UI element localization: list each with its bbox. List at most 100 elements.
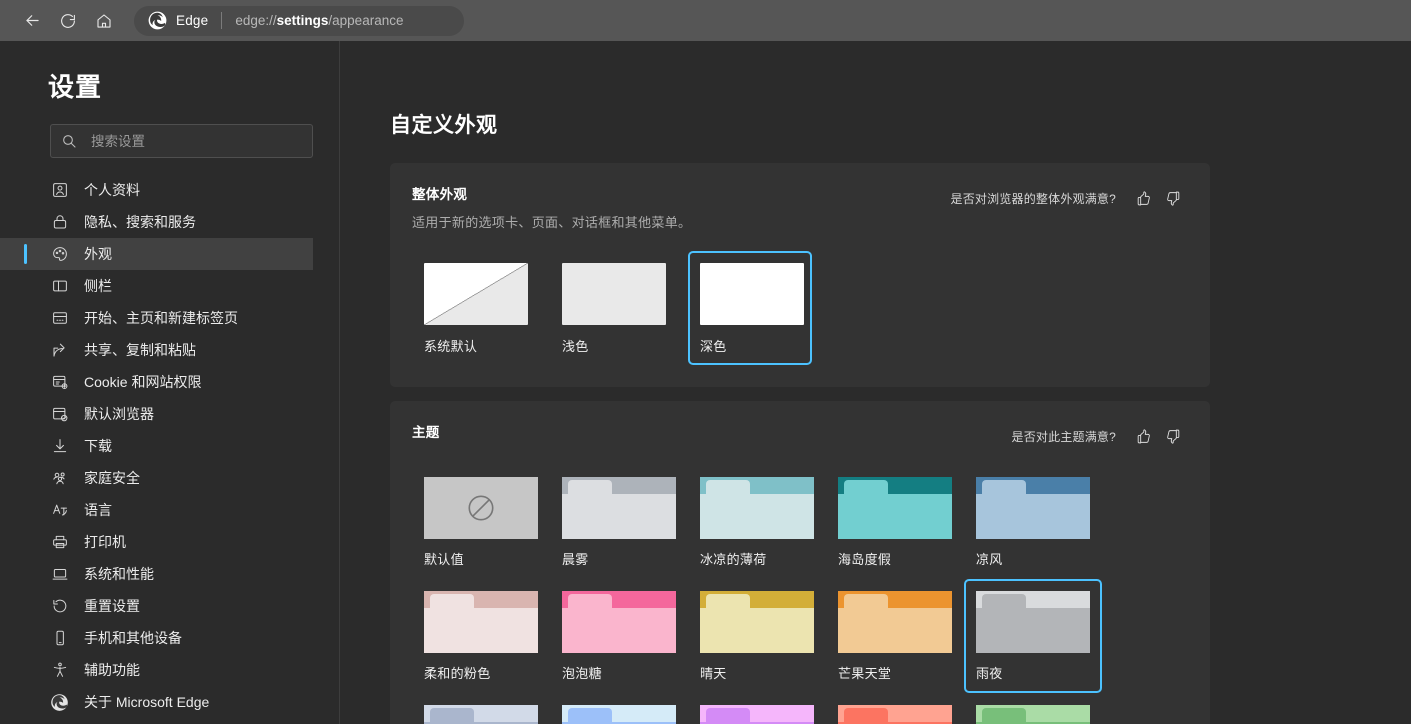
sidebar-item-2[interactable]: 外观	[0, 238, 313, 270]
theme-swatch-body	[700, 608, 814, 653]
theme-swatch-tab	[706, 594, 750, 608]
appearance-mode-tile-0[interactable]: 系统默认	[412, 251, 536, 365]
sidebar-item-3[interactable]: 侧栏	[0, 270, 313, 302]
settings-page: 设置 个人资料隐私、搜索和服务外观侧栏开始、主页和新建标签页共享、复制和粘贴 Co…	[0, 41, 1411, 724]
theme-label: 雨夜	[976, 666, 1003, 681]
theme-tile-13[interactable]: 辣红色	[826, 693, 964, 724]
sidebar-panel-icon	[52, 280, 67, 292]
theme-tile-6[interactable]: 泡泡糖	[550, 579, 688, 693]
overall-appearance-card: 整体外观 适用于新的选项卡、页面、对话框和其他菜单。 是否对浏览器的整体外观满意…	[390, 163, 1210, 387]
theme-tile-7[interactable]: 晴天	[688, 579, 826, 693]
theme-swatch	[976, 477, 1090, 539]
theme-tile-11[interactable]: 月光	[550, 693, 688, 724]
sidebar-item-label: 默认浏览器	[84, 406, 154, 422]
theme-swatch-body	[562, 494, 676, 539]
sidebar-item-12[interactable]: 系统和性能	[0, 558, 313, 590]
url-suffix: /appearance	[328, 13, 404, 28]
sidebar-item-label: 共享、复制和粘贴	[84, 342, 196, 358]
share-icon	[52, 343, 65, 357]
theme-swatch	[976, 591, 1090, 653]
system-icon	[50, 565, 69, 583]
default-browser-icon	[52, 407, 67, 422]
theme-label: 柔和的粉色	[424, 666, 491, 681]
theme-label: 冰凉的薄荷	[700, 552, 767, 567]
theme-tile-14[interactable]: 神秘森林	[964, 693, 1102, 724]
palette-icon	[50, 245, 69, 263]
address-app-name: Edge	[176, 13, 209, 28]
url-bold-segment: settings	[276, 13, 329, 28]
appearance-mode-tile-2[interactable]: 深色	[688, 251, 812, 365]
reload-button[interactable]	[50, 6, 86, 36]
theme-section-title: 主题	[412, 425, 440, 440]
sidebar-item-9[interactable]: 家庭安全	[0, 462, 313, 494]
appearance-mode-label: 系统默认	[424, 339, 478, 354]
theme-swatch-tab	[844, 708, 888, 722]
theme-tile-8[interactable]: 芒果天堂	[826, 579, 964, 693]
sidebar-item-10[interactable]: 语言	[0, 494, 313, 526]
theme-tile-1[interactable]: 晨雾	[550, 465, 688, 579]
overall-section-title: 整体外观	[412, 187, 468, 202]
theme-tile-4[interactable]: 凉风	[964, 465, 1102, 579]
theme-feedback-label: 是否对此主题满意?	[1011, 429, 1116, 444]
sidebar-item-label: 外观	[84, 246, 112, 262]
sidebar-panel-icon	[50, 277, 69, 295]
address-separator	[221, 12, 223, 29]
sidebar-item-0[interactable]: 个人资料	[0, 174, 313, 206]
printer-icon	[52, 535, 67, 549]
theme-tile-2[interactable]: 冰凉的薄荷	[688, 465, 826, 579]
thumbs-down-icon	[1166, 191, 1179, 206]
sidebar-item-16[interactable]: 关于 Microsoft Edge	[0, 686, 313, 718]
phone-icon	[55, 630, 64, 646]
theme-tile-5[interactable]: 柔和的粉色	[412, 579, 550, 693]
sidebar-item-14[interactable]: 手机和其他设备	[0, 622, 313, 654]
theme-tile-3[interactable]: 海岛度假	[826, 465, 964, 579]
back-button[interactable]	[14, 6, 50, 36]
sidebar-item-8[interactable]: 下载	[0, 430, 313, 462]
download-icon	[50, 437, 69, 455]
sidebar-item-label: 隐私、搜索和服务	[84, 214, 196, 230]
address-bar[interactable]: Edge edge://settings/appearance	[134, 5, 464, 36]
home-page-icon	[52, 312, 67, 324]
theme-swatch	[976, 705, 1090, 724]
theme-swatch-tab	[982, 480, 1026, 494]
language-icon	[52, 504, 67, 516]
theme-swatch	[838, 591, 952, 653]
sidebar-item-7[interactable]: 默认浏览器	[0, 398, 313, 430]
theme-thumbs-up-button[interactable]	[1128, 423, 1158, 449]
overall-feedback-group: 是否对浏览器的整体外观满意?	[951, 183, 1188, 211]
theme-thumbs-down-button[interactable]	[1158, 423, 1188, 449]
theme-swatch	[838, 705, 952, 724]
overall-card-titles: 整体外观 适用于新的选项卡、页面、对话框和其他菜单。	[412, 183, 691, 231]
search-settings-box[interactable]	[50, 124, 313, 158]
theme-swatch-tab	[706, 708, 750, 722]
sidebar-item-6[interactable]: Cookie 和网站权限	[0, 366, 313, 398]
theme-swatch	[562, 591, 676, 653]
sidebar-item-4[interactable]: 开始、主页和新建标签页	[0, 302, 313, 334]
appearance-mode-label: 深色	[700, 339, 727, 354]
appearance-mode-tile-1[interactable]: 浅色	[550, 251, 674, 365]
arrow-left-icon	[25, 15, 39, 26]
profile-icon	[52, 183, 67, 197]
sidebar-item-1[interactable]: 隐私、搜索和服务	[0, 206, 313, 238]
theme-tile-10[interactable]: 冷色石板	[412, 693, 550, 724]
home-button[interactable]	[86, 6, 122, 36]
theme-swatch	[562, 705, 676, 724]
sidebar-item-label: 关于 Microsoft Edge	[84, 694, 210, 710]
sidebar-item-15[interactable]: 辅助功能	[0, 654, 313, 686]
sidebar-item-5[interactable]: 共享、复制和粘贴	[0, 334, 313, 366]
theme-tile-9[interactable]: 雨夜	[964, 579, 1102, 693]
home-icon	[97, 13, 111, 28]
sidebar-item-13[interactable]: 重置设置	[0, 590, 313, 622]
theme-tile-0[interactable]: 默认值	[412, 465, 550, 579]
family-icon	[50, 469, 69, 487]
overall-card-header: 整体外观 适用于新的选项卡、页面、对话框和其他菜单。 是否对浏览器的整体外观满意…	[412, 183, 1188, 231]
profile-icon	[50, 181, 69, 199]
theme-swatch-body	[838, 494, 952, 539]
sidebar-item-label: 重置设置	[84, 598, 140, 614]
sidebar-item-11[interactable]: 打印机	[0, 526, 313, 558]
theme-tile-12[interactable]: 多汁的梅	[688, 693, 826, 724]
overall-thumbs-up-button[interactable]	[1128, 185, 1158, 211]
theme-swatch	[424, 477, 538, 539]
overall-thumbs-down-button[interactable]	[1158, 185, 1188, 211]
search-input[interactable]	[91, 133, 302, 149]
